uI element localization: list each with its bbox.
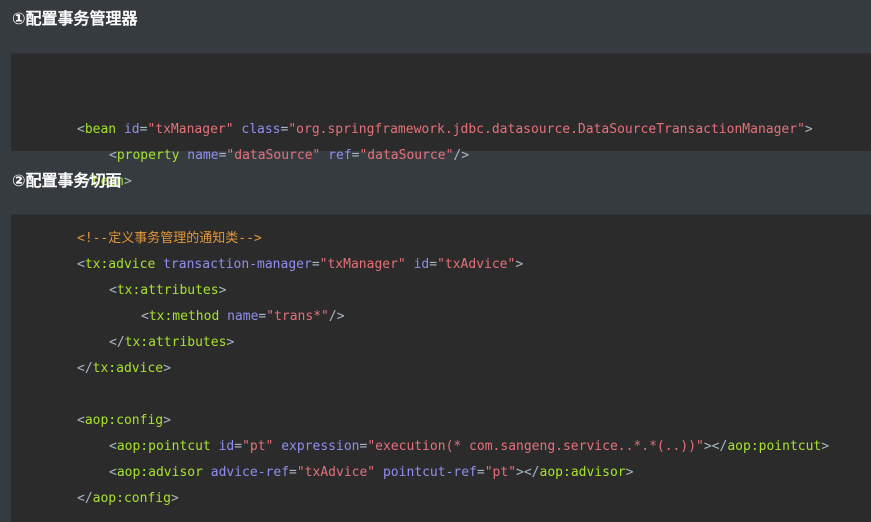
code-token-punctuation: [406, 257, 414, 272]
code-token-punctuation: </: [77, 361, 93, 376]
code-token-punctuation: >: [163, 413, 171, 428]
code-token-punctuation: >: [123, 174, 132, 189]
code-token-punctuation: <: [109, 148, 117, 163]
code-line: </tx:attributes>: [109, 330, 234, 356]
code-token-tag-name: aop:config: [84, 413, 164, 428]
code-token-attribute-value: "trans*": [266, 309, 329, 324]
code-token-attribute-value: "execution(* com.sangeng.service..*.*(..…: [367, 439, 704, 454]
code-token-tag-name: property: [116, 148, 180, 163]
code-token-punctuation: <: [77, 122, 85, 137]
code-token-punctuation: </: [77, 491, 93, 506]
code-token-attribute-name: advice-ref: [210, 465, 290, 480]
code-token-punctuation: ></: [703, 439, 728, 454]
code-block-transaction-aspect: <!--定义事务管理的通知类--> <tx:advice transaction-…: [11, 214, 871, 522]
code-token-tag-name: tx:method: [148, 309, 220, 324]
code-token-attribute-name: class: [241, 122, 281, 137]
code-token-attribute-name: name: [227, 309, 259, 324]
code-line: <tx:attributes>: [109, 278, 226, 304]
page: { "sections": [ { "title": "①配置事务管理器", "…: [0, 0, 871, 522]
code-token-punctuation: ></: [516, 465, 540, 480]
section-heading-transaction-aspect: ②配置事务切面: [12, 171, 122, 190]
code-token-tag-name: aop:config: [92, 491, 171, 506]
code-token-punctuation: [320, 148, 328, 163]
code-token-attribute-value: "dataSource": [226, 148, 321, 163]
code-token-tag-name: aop:advisor: [539, 465, 626, 480]
code-token-attribute-value: "org.springframework.jdbc.datasource.Dat…: [288, 122, 805, 137]
code-line: </tx:advice>: [77, 356, 171, 382]
code-token-attribute-name: id: [413, 257, 430, 272]
code-token-tag-name: tx:advice: [84, 257, 156, 272]
code-token-attribute-name: id: [123, 122, 140, 137]
code-token-punctuation: [116, 122, 124, 137]
code-token-attribute-value: "txAdvice": [437, 257, 516, 272]
code-token-punctuation: <: [109, 439, 117, 454]
code-line: <tx:advice transaction-manager="txManage…: [77, 252, 523, 278]
code-token-tag-name: tx:attributes: [124, 335, 227, 350]
code-token-attribute-name: pointcut-ref: [382, 465, 477, 480]
code-token-punctuation: >: [804, 122, 813, 137]
code-token-punctuation: <: [109, 465, 117, 480]
code-line: <aop:advisor advice-ref="txAdvice" point…: [109, 460, 633, 486]
code-token-tag-name: aop:pointcut: [116, 439, 211, 454]
section-heading-transaction-manager: ①配置事务管理器: [12, 9, 138, 28]
code-token-punctuation: >: [226, 335, 235, 350]
code-token-attribute-value: "dataSource": [359, 148, 454, 163]
code-token-tag-name: aop:advisor: [116, 465, 203, 480]
code-token-punctuation: [211, 439, 219, 454]
code-token-punctuation: >: [163, 361, 171, 376]
code-line: <aop:config>: [77, 408, 171, 434]
code-line: <aop:pointcut id="pt" expression="execut…: [109, 434, 829, 460]
code-token-punctuation: >: [170, 491, 179, 506]
code-line: <tx:method name="trans*"/>: [141, 304, 345, 330]
code-token-attribute-name: id: [218, 439, 235, 454]
code-token-comment: <!--定义事务管理的通知类-->: [77, 231, 262, 246]
code-token-punctuation: [203, 465, 211, 480]
code-token-punctuation: [219, 309, 227, 324]
code-token-tag-name: bean: [84, 122, 117, 137]
code-token-punctuation: [155, 257, 163, 272]
code-token-punctuation: [375, 465, 383, 480]
code-token-attribute-value: "txAdvice": [296, 465, 376, 480]
code-token-punctuation: =: [234, 439, 243, 454]
code-token-attribute-value: "txManager": [147, 122, 234, 137]
code-token-tag-name: aop:pointcut: [727, 439, 822, 454]
code-token-attribute-value: "pt": [484, 465, 517, 480]
code-token-punctuation: >: [625, 465, 634, 480]
code-token-tag-name: tx:advice: [92, 361, 164, 376]
code-token-punctuation: =: [476, 465, 485, 480]
code-token-punctuation: </: [109, 335, 125, 350]
code-token-punctuation: >: [218, 283, 227, 298]
code-token-punctuation: =: [289, 465, 297, 480]
code-token-attribute-value: "pt": [242, 439, 274, 454]
code-token-tag-name: tx:attributes: [116, 283, 219, 298]
code-block-transaction-manager: <bean id="txManager" class="org.springfr…: [11, 53, 871, 189]
code-token-punctuation: />: [328, 309, 345, 324]
code-token-punctuation: >: [821, 439, 830, 454]
code-token-attribute-name: transaction-manager: [163, 257, 312, 272]
code-token-punctuation: =: [429, 257, 438, 272]
code-token-punctuation: =: [311, 257, 320, 272]
code-token-attribute-name: name: [187, 148, 219, 163]
code-line: <bean id="txManager" class="org.springfr…: [77, 117, 813, 143]
code-token-punctuation: >: [515, 257, 524, 272]
code-token-punctuation: <: [77, 413, 85, 428]
code-line: </aop:config>: [77, 486, 179, 512]
code-token-punctuation: />: [453, 148, 470, 163]
code-line: <property name="dataSource" ref="dataSou…: [109, 143, 469, 169]
code-token-punctuation: <: [109, 283, 117, 298]
code-token-punctuation: <: [141, 309, 149, 324]
code-token-attribute-name: ref: [328, 148, 352, 163]
code-token-punctuation: <: [77, 257, 85, 272]
code-token-attribute-name: expression: [281, 439, 360, 454]
code-token-attribute-value: "txManager": [319, 257, 406, 272]
code-line: <!--定义事务管理的通知类-->: [77, 226, 262, 252]
